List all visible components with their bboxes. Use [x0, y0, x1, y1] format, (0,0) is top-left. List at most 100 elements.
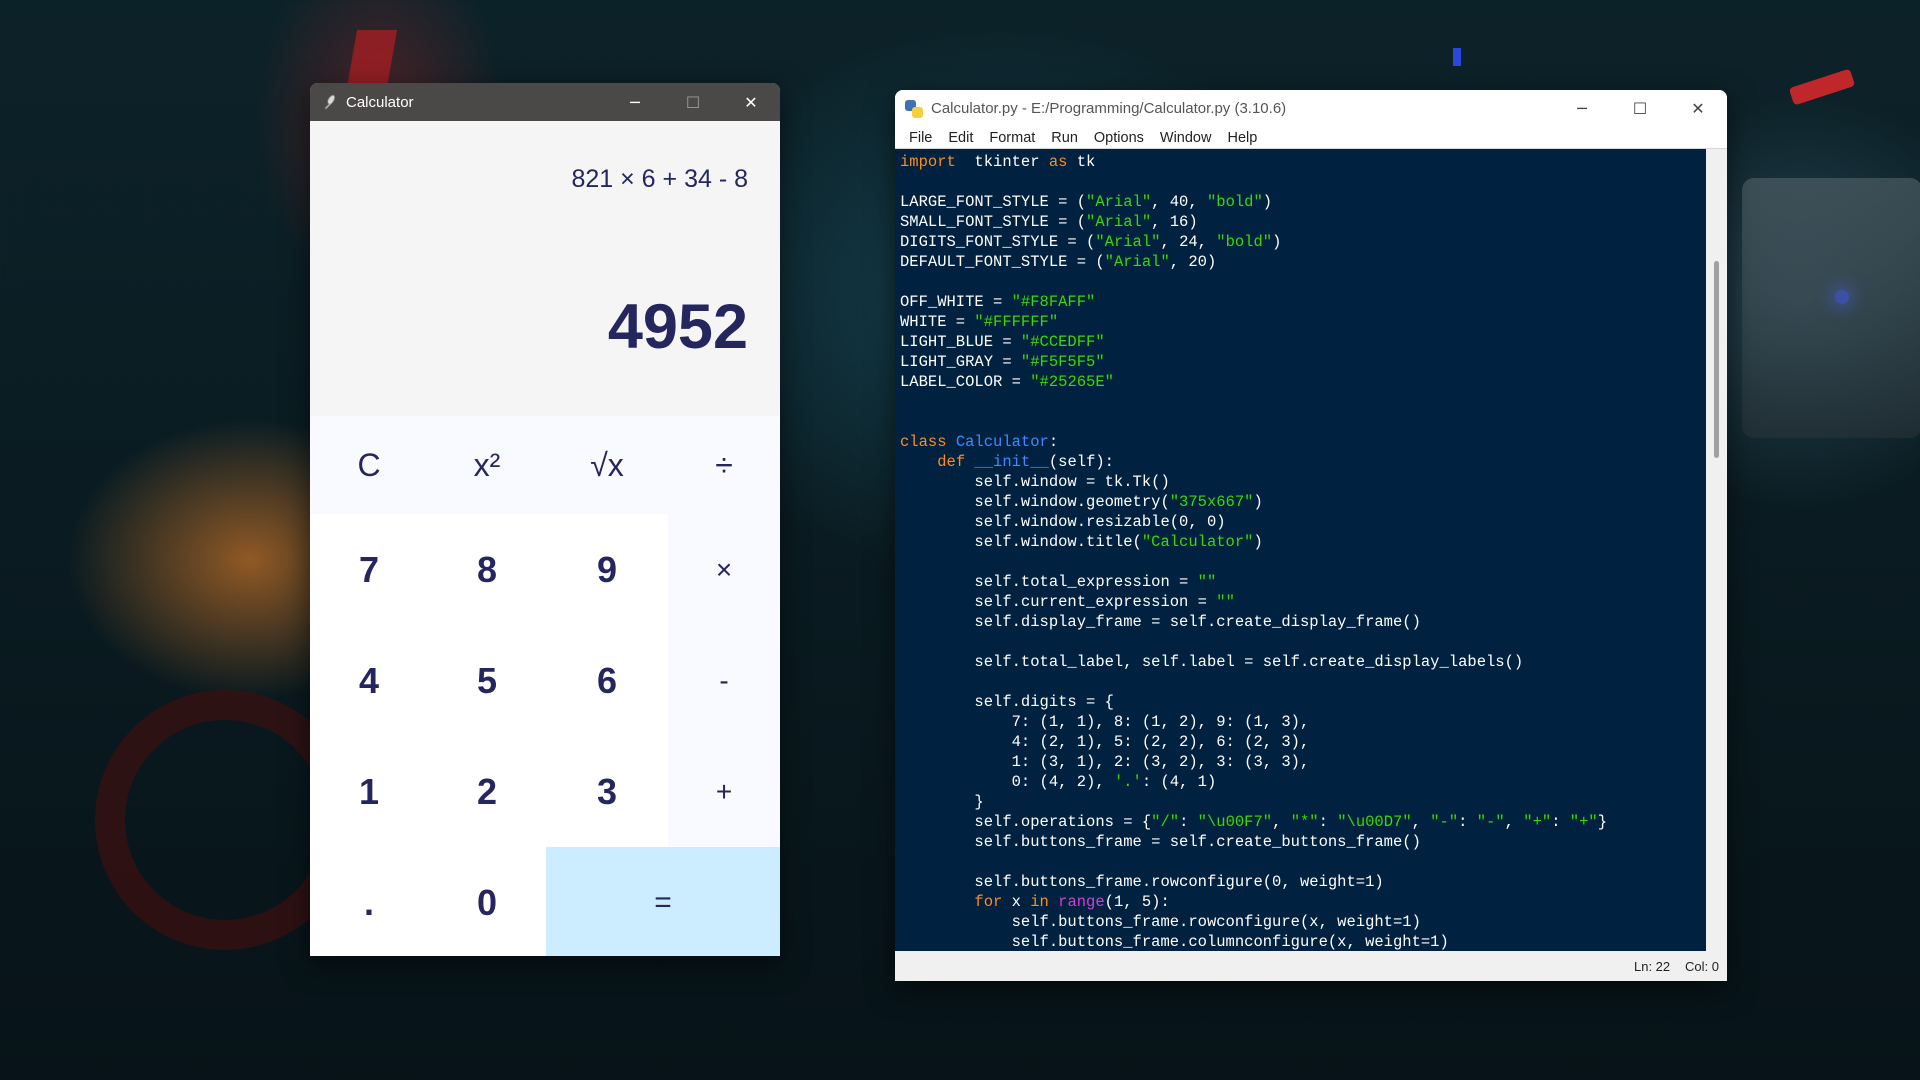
- close-button[interactable]: ✕: [1669, 90, 1727, 127]
- divide-button[interactable]: ÷: [668, 416, 780, 514]
- code-line[interactable]: [900, 552, 1706, 572]
- code-line[interactable]: self.total_expression = "": [900, 572, 1706, 592]
- menu-file[interactable]: File: [901, 130, 940, 146]
- code-token: as: [1048, 153, 1068, 171]
- menu-help[interactable]: Help: [1219, 130, 1265, 146]
- add-button[interactable]: +: [668, 736, 780, 847]
- editor-title: Calculator.py - E:/Programming/Calculato…: [931, 100, 1287, 117]
- code-line[interactable]: [900, 632, 1706, 652]
- code-line[interactable]: self.operations = {"/": "\u00F7", "*": "…: [900, 812, 1706, 832]
- code-token: : (4, 1): [1141, 773, 1217, 791]
- digit-6-button[interactable]: 6: [546, 625, 668, 736]
- code-line[interactable]: self.buttons_frame.columnconfigure(x, we…: [900, 932, 1706, 951]
- scrollbar-thumb[interactable]: [1714, 261, 1719, 458]
- code-line[interactable]: 1: (3, 1), 2: (3, 2), 3: (3, 3),: [900, 752, 1706, 772]
- calculator-titlebar[interactable]: Calculator ─ ☐ ✕: [310, 83, 780, 121]
- code-line[interactable]: def __init__(self):: [900, 452, 1706, 472]
- background-red-light: [1788, 68, 1856, 106]
- code-line[interactable]: [900, 412, 1706, 432]
- code-line[interactable]: [900, 272, 1706, 292]
- menu-bar: File Edit Format Run Options Window Help: [895, 127, 1727, 149]
- menu-options[interactable]: Options: [1086, 130, 1152, 146]
- code-line[interactable]: self.window.resizable(0, 0): [900, 512, 1706, 532]
- vertical-scrollbar[interactable]: [1706, 149, 1727, 951]
- sqrt-button[interactable]: √x: [546, 416, 668, 514]
- menu-format[interactable]: Format: [981, 130, 1043, 146]
- maximize-button[interactable]: ☐: [664, 83, 722, 121]
- digit-5-button[interactable]: 5: [428, 625, 546, 736]
- code-line[interactable]: self.window.geometry("375x667"): [900, 492, 1706, 512]
- menu-run[interactable]: Run: [1043, 130, 1086, 146]
- decimal-point-button[interactable]: .: [310, 847, 428, 956]
- digit-9-button[interactable]: 9: [546, 514, 668, 625]
- square-button[interactable]: x²: [428, 416, 546, 514]
- code-line[interactable]: 4: (2, 1), 5: (2, 2), 6: (2, 3),: [900, 732, 1706, 752]
- code-token: }: [900, 793, 984, 811]
- digit-0-button[interactable]: 0: [428, 847, 546, 956]
- code-editor[interactable]: import tkinter as tk LARGE_FONT_STYLE = …: [895, 149, 1706, 951]
- code-line[interactable]: [900, 672, 1706, 692]
- code-token: ): [1262, 193, 1273, 211]
- calculator-window: Calculator ─ ☐ ✕ 821 × 6 + 34 - 8 4952 C…: [310, 83, 780, 956]
- maximize-button[interactable]: ☐: [1611, 90, 1669, 127]
- code-token: ,: [1411, 813, 1431, 831]
- code-line[interactable]: self.buttons_frame.rowconfigure(x, weigh…: [900, 912, 1706, 932]
- code-text[interactable]: import tkinter as tk LARGE_FONT_STYLE = …: [895, 149, 1706, 951]
- code-line[interactable]: [900, 852, 1706, 872]
- code-token: "Calculator": [1141, 533, 1254, 551]
- code-line[interactable]: self.current_expression = "": [900, 592, 1706, 612]
- multiply-button[interactable]: ×: [668, 514, 780, 625]
- code-line[interactable]: self.display_frame = self.create_display…: [900, 612, 1706, 632]
- subtract-button[interactable]: -: [668, 625, 780, 736]
- digit-7-button[interactable]: 7: [310, 514, 428, 625]
- code-line[interactable]: class Calculator:: [900, 432, 1706, 452]
- code-line[interactable]: DIGITS_FONT_STYLE = ("Arial", 24, "bold"…: [900, 232, 1706, 252]
- code-token: self.window.resizable(0, 0): [900, 513, 1226, 531]
- code-token: in: [1030, 893, 1049, 911]
- clear-button[interactable]: C: [310, 416, 428, 514]
- code-line[interactable]: self.digits = {: [900, 692, 1706, 712]
- digit-3-button[interactable]: 3: [546, 736, 668, 847]
- code-line[interactable]: [900, 392, 1706, 412]
- code-token: self.operations = {: [900, 813, 1152, 831]
- close-button[interactable]: ✕: [722, 83, 780, 121]
- tk-feather-icon: [324, 94, 336, 110]
- code-line[interactable]: LARGE_FONT_STYLE = ("Arial", 40, "bold"): [900, 192, 1706, 212]
- code-line[interactable]: DEFAULT_FONT_STYLE = ("Arial", 20): [900, 252, 1706, 272]
- menu-window[interactable]: Window: [1152, 130, 1220, 146]
- code-token: DIGITS_FONT_STYLE = (: [900, 233, 1096, 251]
- code-line[interactable]: import tkinter as tk: [900, 152, 1706, 172]
- editor-titlebar[interactable]: Calculator.py - E:/Programming/Calculato…: [895, 90, 1727, 127]
- equals-button[interactable]: =: [546, 847, 780, 956]
- python-file-icon: [905, 99, 923, 118]
- digit-8-button[interactable]: 8: [428, 514, 546, 625]
- code-line[interactable]: for x in range(1, 5):: [900, 892, 1706, 912]
- code-token: "bold": [1216, 233, 1273, 251]
- code-line[interactable]: [900, 172, 1706, 192]
- code-line[interactable]: }: [900, 792, 1706, 812]
- code-line[interactable]: self.buttons_frame.rowconfigure(0, weigh…: [900, 872, 1706, 892]
- code-line[interactable]: LABEL_COLOR = "#25265E": [900, 372, 1706, 392]
- code-line[interactable]: self.window.title("Calculator"): [900, 532, 1706, 552]
- code-line[interactable]: self.window = tk.Tk(): [900, 472, 1706, 492]
- code-token: "#CCEDFF": [1020, 333, 1105, 351]
- code-token: , 24,: [1160, 233, 1217, 251]
- minimize-button[interactable]: ─: [1553, 90, 1611, 127]
- calculator-display: 821 × 6 + 34 - 8 4952: [310, 121, 780, 416]
- code-line[interactable]: OFF_WHITE = "#F8FAFF": [900, 292, 1706, 312]
- code-token: __init__: [974, 453, 1049, 471]
- code-line[interactable]: self.total_label, self.label = self.crea…: [900, 652, 1706, 672]
- code-line[interactable]: 7: (1, 1), 8: (1, 2), 9: (1, 3),: [900, 712, 1706, 732]
- code-line[interactable]: self.buttons_frame = self.create_buttons…: [900, 832, 1706, 852]
- code-line[interactable]: WHITE = "#FFFFFF": [900, 312, 1706, 332]
- digit-4-button[interactable]: 4: [310, 625, 428, 736]
- menu-edit[interactable]: Edit: [940, 130, 981, 146]
- digit-1-button[interactable]: 1: [310, 736, 428, 847]
- code-line[interactable]: LIGHT_GRAY = "#F5F5F5": [900, 352, 1706, 372]
- code-line[interactable]: LIGHT_BLUE = "#CCEDFF": [900, 332, 1706, 352]
- minimize-button[interactable]: ─: [606, 83, 664, 121]
- code-line[interactable]: 0: (4, 2), '.': (4, 1): [900, 772, 1706, 792]
- code-line[interactable]: SMALL_FONT_STYLE = ("Arial", 16): [900, 212, 1706, 232]
- digit-2-button[interactable]: 2: [428, 736, 546, 847]
